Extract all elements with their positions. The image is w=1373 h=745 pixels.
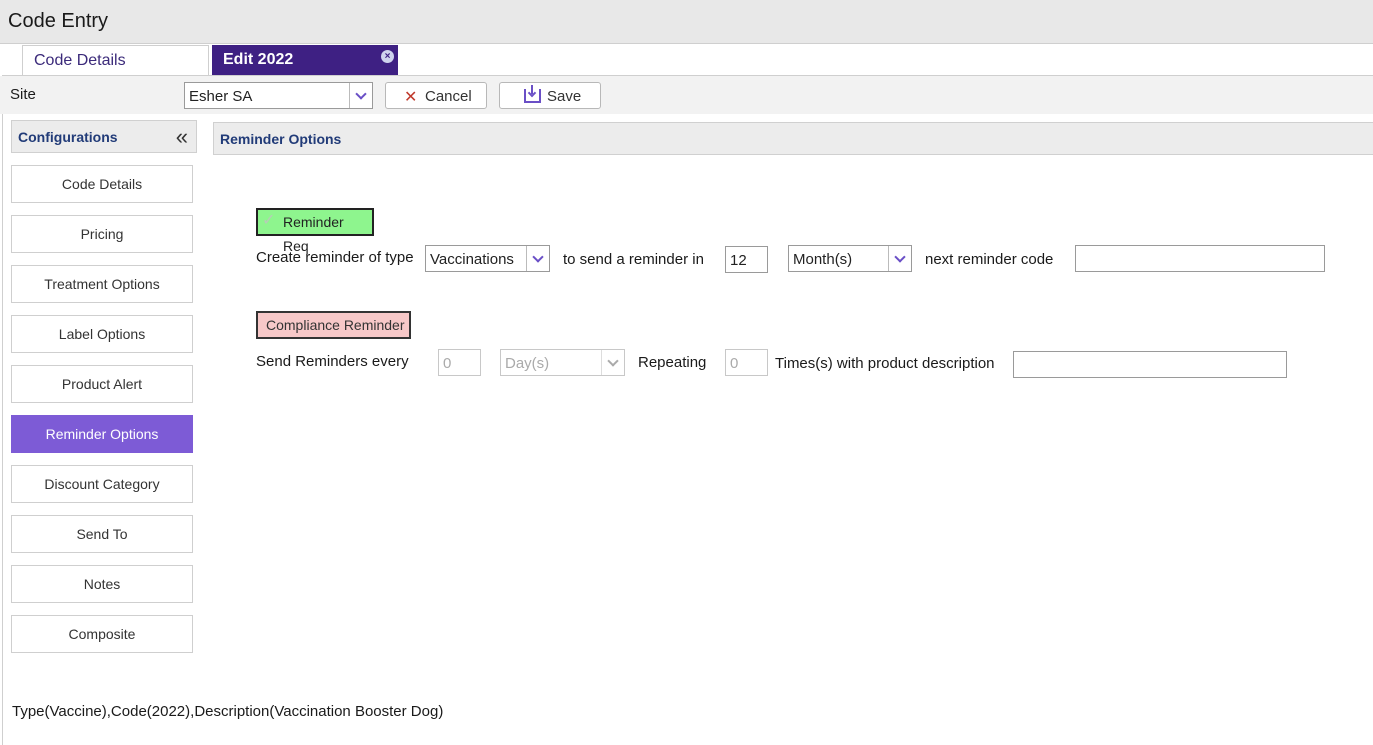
reminder-type-select[interactable]: Vaccinations <box>425 245 550 272</box>
footer-summary: Type(Vaccine),Code(2022),Description(Vac… <box>12 703 444 720</box>
collapse-icon[interactable]: « <box>176 124 188 150</box>
tab-edit-label: Edit 2022 <box>223 51 294 68</box>
times-label: Times(s) with product description <box>775 355 995 372</box>
save-button-label: Save <box>547 88 582 105</box>
tab-bar: Code Details Edit 2022 × <box>0 44 1373 75</box>
product-description-input[interactable] <box>1013 351 1287 378</box>
sidebar-item-product-alert[interactable]: Product Alert <box>11 365 193 403</box>
chevron-down-icon[interactable] <box>349 83 372 108</box>
site-label: Site <box>10 86 36 103</box>
reminder-type-value: Vaccinations <box>430 251 514 268</box>
cancel-button[interactable]: ✕ Cancel <box>385 82 487 109</box>
sidebar-item-notes[interactable]: Notes <box>11 565 193 603</box>
save-download-icon <box>524 85 541 103</box>
reminder-unit-select[interactable]: Month(s) <box>788 245 912 272</box>
sidebar-item-discount-category[interactable]: Discount Category <box>11 465 193 503</box>
reminder-interval-input[interactable]: 12 <box>725 246 768 273</box>
close-x-icon: ✕ <box>404 89 418 106</box>
repeating-label: Repeating <box>638 354 707 371</box>
sidebar-item-send-to[interactable]: Send To <box>11 515 193 553</box>
compliance-reminder-label: Compliance Reminder <box>266 317 405 333</box>
compliance-every-input[interactable]: 0 <box>438 349 481 376</box>
reminder-interval-value: 12 <box>730 252 747 269</box>
save-button[interactable]: Save <box>499 82 601 109</box>
sidebar-item-composite[interactable]: Composite <box>11 615 193 653</box>
compliance-repeat-input[interactable]: 0 <box>725 349 768 376</box>
send-every-label: Send Reminders every <box>256 353 409 370</box>
window-title: Code Entry <box>8 10 109 32</box>
cancel-button-label: Cancel <box>425 88 472 105</box>
chevron-down-icon[interactable] <box>526 246 549 271</box>
tab-edit-2022[interactable]: Edit 2022 × <box>212 45 398 75</box>
next-reminder-code-input[interactable] <box>1075 245 1325 272</box>
sidebar-title: Configurations <box>18 129 118 145</box>
sidebar-header: Configurations « <box>11 120 197 153</box>
chevron-down-icon[interactable] <box>601 350 624 375</box>
compliance-unit-select[interactable]: Day(s) <box>500 349 625 376</box>
sidebar-item-code-details[interactable]: Code Details <box>11 165 193 203</box>
sidebar-item-pricing[interactable]: Pricing <box>11 215 193 253</box>
site-toolbar: Site Esher SA ✕ Cancel Save <box>0 76 1373 114</box>
chevron-down-icon[interactable] <box>888 246 911 271</box>
next-code-label: next reminder code <box>925 251 1054 268</box>
reminder-req-toggle[interactable]: ✓ Reminder Req <box>256 208 374 254</box>
create-reminder-label: Create reminder of type <box>256 249 414 266</box>
compliance-unit-value: Day(s) <box>505 355 550 372</box>
sidebar-item-treatment-options[interactable]: Treatment Options <box>11 265 193 303</box>
content-frame <box>2 75 1373 745</box>
site-select[interactable]: Esher SA <box>184 82 373 109</box>
checkmark-icon: ✓ <box>262 212 276 229</box>
compliance-every-value: 0 <box>443 355 452 372</box>
send-in-label: to send a reminder in <box>563 251 704 268</box>
sidebar-item-label-options[interactable]: Label Options <box>11 315 193 353</box>
title-bar: Code Entry <box>0 0 1373 44</box>
site-select-value: Esher SA <box>189 88 253 105</box>
tab-code-details[interactable]: Code Details <box>22 45 209 75</box>
close-icon[interactable]: × <box>381 50 394 63</box>
section-header: Reminder Options <box>213 122 1373 155</box>
sidebar-item-reminder-options[interactable]: Reminder Options <box>11 415 193 453</box>
compliance-repeat-value: 0 <box>730 355 739 372</box>
compliance-reminder-toggle[interactable]: Compliance Reminder <box>256 311 411 339</box>
section-title: Reminder Options <box>220 131 342 147</box>
reminder-unit-value: Month(s) <box>793 251 853 268</box>
